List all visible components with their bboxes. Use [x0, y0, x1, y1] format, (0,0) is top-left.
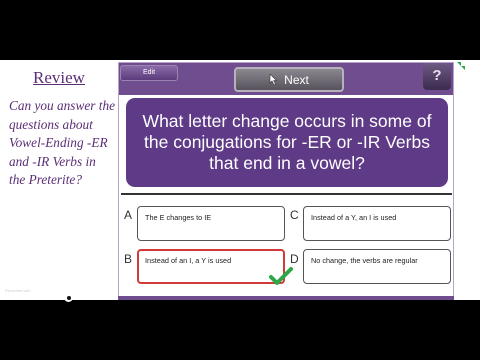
question-text: What letter change occurs in some of the…	[142, 111, 432, 173]
answer-option-d[interactable]: No change, the verbs are regular	[303, 249, 451, 284]
answer-option-a[interactable]: The E changes to IE	[137, 206, 285, 241]
help-button[interactable]: ?	[423, 63, 451, 90]
answer-text-a: The E changes to IE	[145, 213, 212, 222]
watermark-right: MATIC	[75, 293, 101, 302]
watermark-left: SCREENCAST	[5, 293, 63, 302]
answer-letter-b: B	[124, 252, 133, 266]
answer-option-b[interactable]: Instead of an I, a Y is used	[137, 249, 285, 284]
next-button[interactable]: Next	[234, 67, 344, 92]
review-title: Review	[33, 68, 85, 87]
next-button-label: Next	[284, 72, 309, 87]
watermark-dot-icon	[64, 293, 74, 302]
corner-icon	[457, 62, 465, 70]
divider	[121, 193, 452, 195]
screencast-watermark: Recorded with SCREENCAST MATIC	[5, 288, 101, 302]
answer-option-c[interactable]: Instead of a Y, an I is used	[303, 206, 451, 241]
watermark-logo: SCREENCAST MATIC	[5, 293, 101, 302]
answer-text-d: No change, the verbs are regular	[311, 256, 418, 265]
question-box: What letter change occurs in some of the…	[126, 98, 448, 187]
quiz-bottom-bar	[118, 296, 454, 300]
answer-letter-a: A	[124, 208, 133, 222]
cursor-icon	[269, 74, 278, 85]
answer-letter-c: C	[290, 208, 299, 222]
check-icon	[269, 267, 293, 285]
review-text: Can you answer the questions about Vowel…	[9, 98, 115, 187]
edit-button[interactable]: Edit	[120, 65, 178, 81]
help-icon: ?	[432, 67, 442, 84]
answer-text-c: Instead of a Y, an I is used	[311, 213, 397, 222]
answer-letter-d: D	[290, 252, 299, 266]
answer-text-b: Instead of an I, a Y is used	[145, 256, 232, 265]
